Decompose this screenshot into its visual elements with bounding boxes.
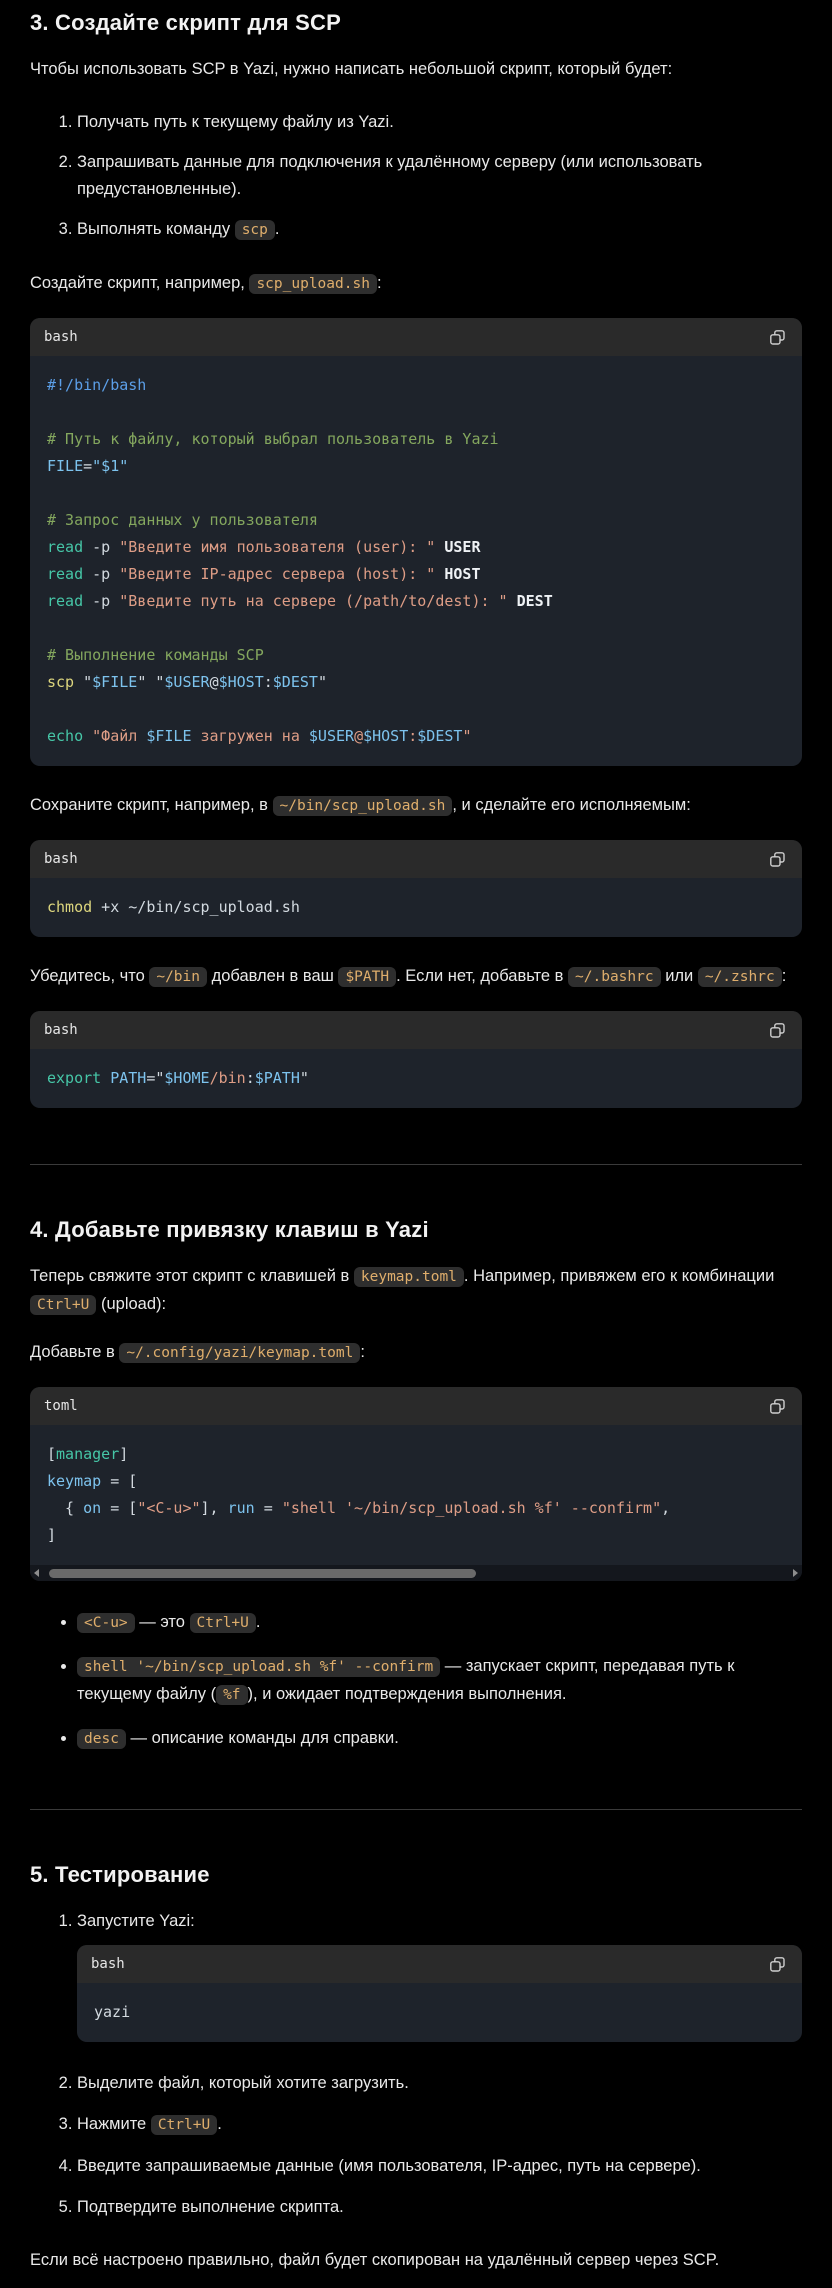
code-block-header: bash: [77, 1945, 802, 1983]
code-block-chmod: bash chmod +x ~/bin/scp_upload.sh: [30, 840, 802, 937]
inline-code: shell '~/bin/scp_upload.sh %f' --confirm: [77, 1657, 440, 1677]
step-item: Подтвердите выполнение скрипта.: [77, 2194, 802, 2221]
code-language-label: bash: [44, 329, 78, 345]
step-item: Выделите файл, который хотите загрузить.: [77, 2070, 802, 2097]
scrollbar-track[interactable]: [42, 1569, 790, 1578]
copy-code-button[interactable]: [767, 1396, 788, 1417]
inline-code: ~/bin: [149, 967, 207, 987]
step-item: Запустите Yazi: bash yazi: [77, 1908, 802, 2042]
inline-code: ~/.bashrc: [568, 967, 661, 987]
section-divider: [30, 1809, 802, 1810]
step-text: Запустите Yazi:: [77, 1908, 802, 1935]
inline-code: scp: [235, 220, 275, 240]
copy-icon: [769, 1956, 786, 1973]
list-item: Запрашивать данные для подключения к уда…: [77, 149, 802, 203]
code-block-header: bash: [30, 840, 802, 878]
keymap-notes-list: <C-u> — это Ctrl+U. shell '~/bin/scp_upl…: [30, 1609, 802, 1753]
inline-code: Ctrl+U: [151, 2115, 217, 2135]
inline-code: ~/.zshrc: [698, 967, 782, 987]
paragraph-save-script: Сохраните скрипт, например, в ~/bin/scp_…: [30, 792, 802, 820]
code-content: chmod +x ~/bin/scp_upload.sh: [30, 878, 802, 937]
code-language-label: bash: [44, 1022, 78, 1038]
section-divider: [30, 1164, 802, 1165]
code-block-script: bash #!/bin/bash # Путь к файлу, который…: [30, 318, 802, 766]
copy-icon: [769, 1022, 786, 1039]
inline-code: keymap.toml: [354, 1267, 464, 1287]
code-content: #!/bin/bash # Путь к файлу, который выбр…: [30, 356, 802, 766]
list-item: <C-u> — это Ctrl+U.: [77, 1609, 802, 1637]
paragraph-create-script: Создайте скрипт, например, scp_upload.sh…: [30, 270, 802, 298]
code-content: export PATH="$HOME/bin:$PATH": [30, 1049, 802, 1108]
code-content: [manager]keymap = [ { on = ["<C-u>"], ru…: [30, 1425, 802, 1565]
list-item: shell '~/bin/scp_upload.sh %f' --confirm…: [77, 1653, 802, 1709]
inline-code: ~/.config/yazi/keymap.toml: [119, 1343, 360, 1363]
code-block-export: bash export PATH="$HOME/bin:$PATH": [30, 1011, 802, 1108]
paragraph-path-note: Убедитесь, что ~/bin добавлен в ваш $PAT…: [30, 963, 802, 991]
copy-code-button[interactable]: [767, 849, 788, 870]
section-heading-5: 5. Тестирование: [30, 1862, 802, 1888]
code-block-header: toml: [30, 1387, 802, 1425]
testing-steps-list: Запустите Yazi: bash yazi Выделите файл,…: [30, 1908, 802, 2221]
list-item: desc — описание команды для справки.: [77, 1725, 802, 1753]
code-block-header: bash: [30, 318, 802, 356]
copy-code-button[interactable]: [767, 1020, 788, 1041]
paragraph-intro: Чтобы использовать SCP в Yazi, нужно нап…: [30, 56, 802, 83]
code-language-label: bash: [91, 1951, 125, 1978]
paragraph-outro: Если всё настроено правильно, файл будет…: [30, 2247, 802, 2274]
list-item: Получать путь к текущему файлу из Yazi.: [77, 109, 802, 136]
code-block-header: bash: [30, 1011, 802, 1049]
inline-code: desc: [77, 1729, 126, 1749]
paragraph-bind-intro: Теперь свяжите этот скрипт с клавишей в …: [30, 1263, 802, 1319]
copy-icon: [769, 851, 786, 868]
section-heading-3: 3. Создайте скрипт для SCP: [30, 10, 802, 36]
code-language-label: toml: [44, 1398, 78, 1414]
inline-code: Ctrl+U: [190, 1613, 256, 1633]
inline-code: ~/bin/scp_upload.sh: [273, 796, 453, 816]
copy-icon: [769, 329, 786, 346]
code-language-label: bash: [44, 851, 78, 867]
inline-code: $PATH: [338, 967, 396, 987]
code-content: yazi: [77, 1983, 802, 2042]
copy-icon: [769, 1398, 786, 1415]
requirements-list: Получать путь к текущему файлу из Yazi. …: [30, 109, 802, 244]
copy-code-button[interactable]: [767, 327, 788, 348]
inline-code: scp_upload.sh: [249, 274, 377, 294]
section-heading-4: 4. Добавьте привязку клавиш в Yazi: [30, 1217, 802, 1243]
horizontal-scrollbar[interactable]: [30, 1565, 802, 1581]
assistant-message: 3. Создайте скрипт для SCP Чтобы использ…: [0, 0, 832, 2288]
inline-code: <C-u>: [77, 1613, 135, 1633]
copy-code-button[interactable]: [767, 1954, 788, 1975]
code-block-yazi: bash yazi: [77, 1945, 802, 2042]
paragraph-add-to: Добавьте в ~/.config/yazi/keymap.toml:: [30, 1339, 802, 1367]
list-item: Выполнять команду scp.: [77, 216, 802, 244]
inline-code: %f: [216, 1685, 247, 1705]
inline-code: Ctrl+U: [30, 1295, 96, 1315]
step-item: Введите запрашиваемые данные (имя пользо…: [77, 2153, 802, 2180]
step-item: Нажмите Ctrl+U.: [77, 2111, 802, 2139]
scroll-right-arrow[interactable]: [793, 1569, 798, 1577]
scrollbar-thumb[interactable]: [49, 1569, 475, 1578]
scroll-left-arrow[interactable]: [34, 1569, 39, 1577]
code-block-toml: toml [manager]keymap = [ { on = ["<C-u>"…: [30, 1387, 802, 1581]
